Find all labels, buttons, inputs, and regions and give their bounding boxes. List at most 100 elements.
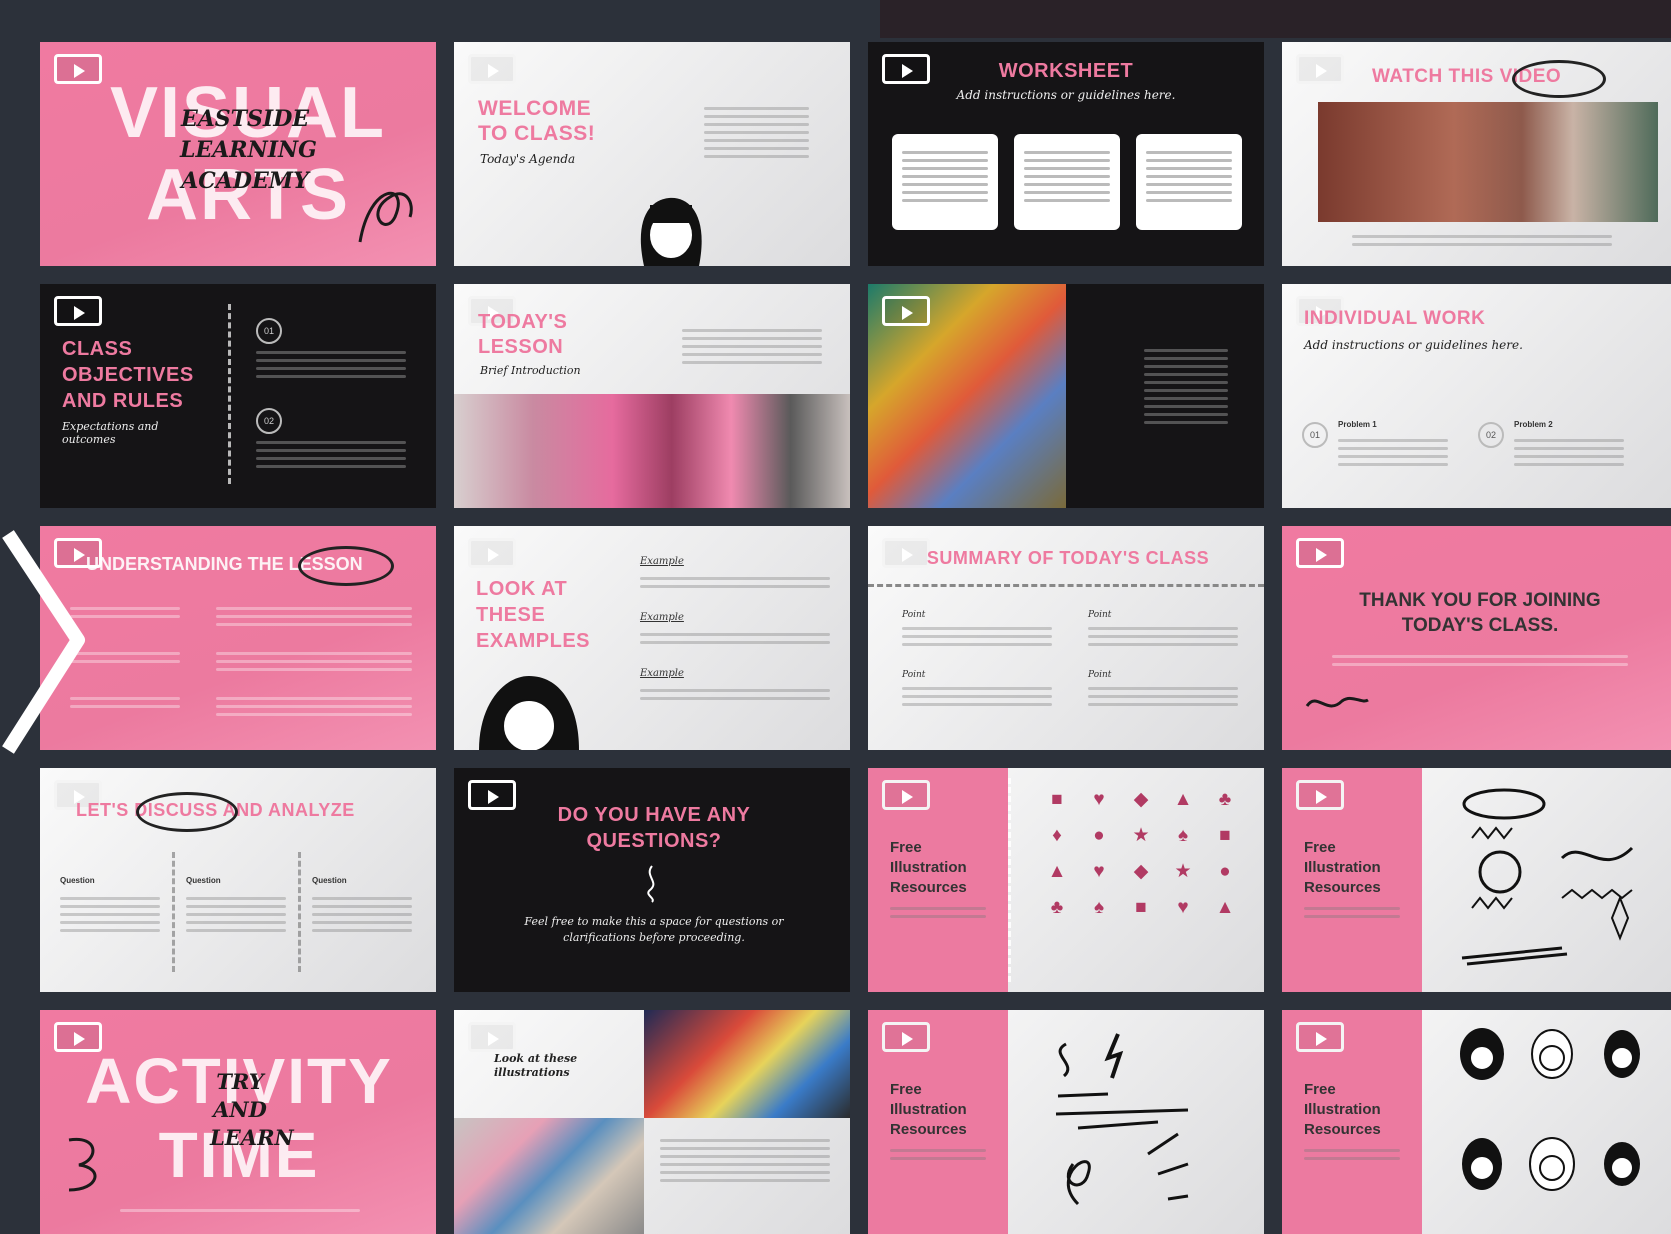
play-icon[interactable]	[882, 1022, 930, 1052]
play-icon[interactable]	[468, 780, 516, 810]
slide-watch-video[interactable]: WATCH THIS VIDEO	[1282, 42, 1671, 266]
slide-subtitle: TRY AND LEARN	[210, 1069, 294, 1150]
play-icon[interactable]	[882, 296, 930, 326]
slide-subtitle: Feel free to make this a space for quest…	[524, 915, 784, 944]
play-icon[interactable]	[882, 780, 930, 810]
problem-label: Problem 1	[1338, 420, 1377, 429]
illustration-icon: ◆	[1133, 861, 1149, 882]
slide-welcome[interactable]: WELCOME TO CLASS! Today's Agenda	[454, 42, 850, 266]
play-icon[interactable]	[1296, 780, 1344, 810]
body-text	[256, 436, 406, 473]
slide-title: THANK YOU FOR JOINING TODAY'S CLASS.	[1359, 590, 1601, 636]
dashed-divider	[298, 852, 301, 972]
slide-title: Free Illustration Resources	[1304, 1081, 1381, 1138]
slide-questions[interactable]: DO YOU HAVE ANY QUESTIONS? Feel free to …	[454, 768, 850, 992]
slide-discuss-analyze[interactable]: LET'S DISCUSS AND ANALYZE Question Quest…	[40, 768, 436, 992]
illustration-icon: ♠	[1093, 897, 1105, 918]
slide-resources-doodles[interactable]: Free Illustration Resources	[1282, 768, 1671, 992]
slide-title: SUMMARY OF TODAY'S CLASS	[926, 548, 1210, 568]
body-text	[640, 628, 830, 649]
number-badge: 02	[256, 408, 282, 434]
illustration-icon: ♥	[1093, 789, 1105, 810]
circle-scribble	[1512, 60, 1606, 98]
slide-title: TODAY'S LESSON	[478, 311, 568, 358]
slide-title: CLASS OBJECTIVES AND RULES	[62, 338, 194, 412]
body-text	[640, 684, 830, 705]
problem-label: Problem 2	[1514, 420, 1553, 429]
play-icon[interactable]	[54, 296, 102, 326]
example-label: Example	[640, 556, 684, 567]
body-text	[186, 892, 286, 937]
circle-scribble	[298, 546, 394, 586]
play-icon[interactable]	[468, 54, 516, 84]
body-text	[682, 324, 822, 369]
dashed-divider	[1008, 778, 1011, 982]
slide-class-objectives[interactable]: CLASS OBJECTIVES AND RULES Expectations …	[40, 284, 436, 508]
illustration-icon: ♥	[1093, 861, 1105, 882]
point-label: Point	[1088, 610, 1112, 620]
illustration-icon: ▲	[1047, 861, 1067, 882]
slide-subtitle: Add instructions or guidelines here.	[956, 88, 1176, 102]
illustration-icon: ♣	[1218, 789, 1232, 810]
play-icon[interactable]	[1296, 538, 1344, 568]
illustration-icon: ■	[1219, 825, 1231, 846]
slide-title: INDIVIDUAL WORK	[1304, 308, 1486, 329]
doodles-illustration	[1461, 788, 1634, 966]
play-icon[interactable]	[468, 1022, 516, 1052]
street-art-photo	[644, 1010, 850, 1118]
body-text	[60, 892, 160, 937]
play-icon[interactable]	[1296, 1022, 1344, 1052]
doodles-illustration	[1055, 1033, 1189, 1206]
slide-activity-time[interactable]: ACTIVITY TIME TRY AND LEARN	[40, 1010, 436, 1234]
people-illustration	[1460, 1028, 1640, 1191]
slide-subtitle: EASTSIDE LEARNING ACADEMY	[180, 106, 317, 194]
illustration-icon: ★	[1132, 825, 1150, 846]
illustration-icon: ♣	[1050, 897, 1064, 918]
play-icon[interactable]	[54, 54, 102, 84]
slide-todays-lesson[interactable]: TODAY'S LESSON Brief Introduction	[454, 284, 850, 508]
slide-resources-icons[interactable]: Free Illustration Resources ■ ♥ ◆ ▲ ♣ ♦ ● ★ ♠ ■ ▲ ♥…	[868, 768, 1264, 992]
squiggle-icon	[647, 865, 655, 903]
example-label: Example	[640, 668, 684, 679]
point-label: Point	[902, 610, 926, 620]
dashed-divider	[868, 584, 1264, 587]
slide-title: DO YOU HAVE ANY QUESTIONS?	[557, 804, 751, 852]
slide-resources-people[interactable]: Free Illustration Resources	[1282, 1010, 1671, 1234]
slide-title: Free Illustration Resources	[890, 839, 967, 896]
worksheet-card	[892, 134, 998, 230]
slide-photo-text[interactable]	[868, 284, 1264, 508]
slide-summary[interactable]: SUMMARY OF TODAY'S CLASS Point Point Poi…	[868, 526, 1264, 750]
mural-photo	[1318, 102, 1658, 222]
chevron-right-icon[interactable]	[0, 528, 90, 758]
number-badge: 01	[256, 318, 282, 344]
illustration-icon: ▲	[1215, 897, 1235, 918]
slide-title: Look at these illustrations	[494, 1052, 578, 1079]
slide-worksheet[interactable]: WORKSHEET Add instructions or guidelines…	[868, 42, 1264, 266]
slide-subtitle: Brief Introduction	[480, 364, 581, 377]
body-text	[216, 602, 412, 721]
slide-understanding[interactable]: UNDERSTANDING THE LESSON	[40, 526, 436, 750]
wall-art-photo	[454, 1118, 644, 1234]
slide-look-at-examples[interactable]: LOOK AT THESE EXAMPLES Example Example E…	[454, 526, 850, 750]
slide-visual-arts[interactable]: VISUAL ARTS EASTSIDE LEARNING ACADEMY	[40, 42, 436, 266]
slide-individual-work[interactable]: INDIVIDUAL WORK Add instructions or guid…	[1282, 284, 1671, 508]
slide-look-illustrations[interactable]: Look at these illustrations	[454, 1010, 850, 1234]
illustration-icon: ♠	[1177, 825, 1189, 846]
question-label: Question	[60, 876, 95, 885]
slide-resources-lines[interactable]: Free Illustration Resources	[868, 1010, 1264, 1234]
illustration-icon: ▲	[1173, 789, 1193, 810]
illustration-icon: ♥	[1177, 897, 1189, 918]
body-text	[120, 1204, 360, 1217]
play-icon[interactable]	[468, 538, 516, 568]
slide-thank-you[interactable]: THANK YOU FOR JOINING TODAY'S CLASS.	[1282, 526, 1671, 750]
slide-subtitle: Add instructions or guidelines here.	[1304, 338, 1523, 352]
body-text	[1304, 902, 1400, 923]
slide-title: WORKSHEET	[998, 60, 1134, 82]
body-text	[704, 102, 809, 163]
body-text	[256, 346, 406, 383]
body-text	[902, 682, 1052, 711]
slide-title: Free Illustration Resources	[890, 1081, 967, 1138]
squiggle-icon	[358, 191, 413, 243]
point-label: Point	[902, 670, 926, 680]
play-icon[interactable]	[1296, 54, 1344, 84]
